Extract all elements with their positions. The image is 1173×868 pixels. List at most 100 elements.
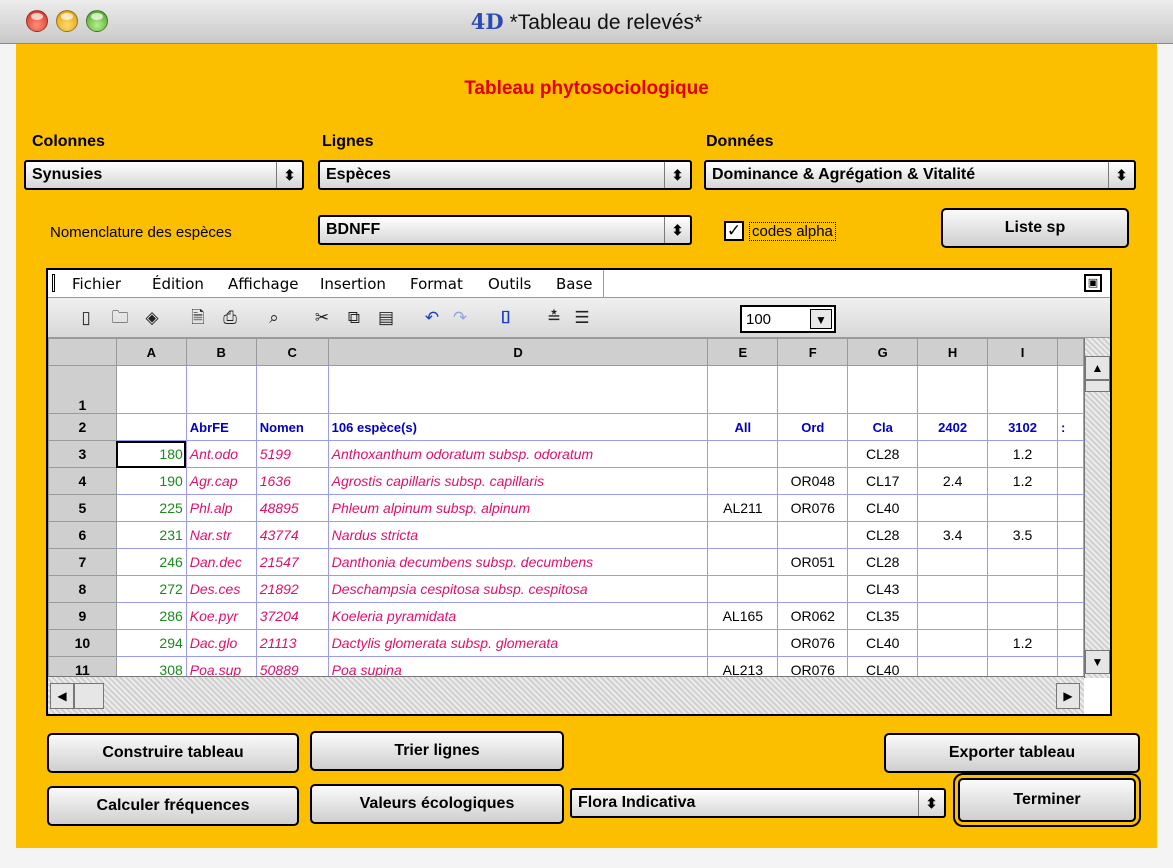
table-cell[interactable]: 231 (115, 521, 187, 549)
table-cell[interactable]: All (707, 413, 779, 441)
table-cell[interactable]: Koeleria pyramidata (327, 602, 709, 630)
table-row[interactable]: 7 246 Dan.dec 21547 Danthonia decumbens subs… (48, 548, 1084, 576)
open-folder-icon[interactable]: 🗀 (108, 307, 132, 329)
table-cell[interactable] (1056, 467, 1084, 495)
scroll-down-icon[interactable]: ▼ (1085, 650, 1110, 674)
construire-tableau-button[interactable]: Construire tableau (47, 733, 299, 773)
table-cell[interactable]: AL213 (707, 656, 779, 676)
table-cell[interactable] (777, 365, 849, 414)
table-row[interactable]: 9 286 Koe.pyr 37204 Koeleria pyramidata AL165… (48, 602, 1084, 630)
flora-select[interactable]: Flora Indicativa ⬍ (570, 788, 946, 818)
table-cell[interactable]: CL28 (847, 440, 919, 468)
title-bar[interactable]: 4D *Tableau de relevés* (0, 0, 1173, 44)
table-cell[interactable] (917, 365, 989, 414)
row-header[interactable]: 8 (48, 575, 117, 603)
table-cell[interactable]: CL28 (847, 548, 919, 576)
table-cell[interactable] (1056, 548, 1084, 576)
table-cell[interactable]: 2.4 (917, 467, 989, 495)
table-cell[interactable] (707, 521, 779, 549)
table-cell[interactable]: 37204 (255, 602, 329, 630)
table-cell[interactable]: AbrFE (185, 413, 257, 441)
table-cell[interactable]: Nar.str (185, 521, 257, 549)
table-cell[interactable]: Phl.alp (185, 494, 257, 522)
find-icon[interactable]: ⌕ (262, 307, 286, 329)
table-cell[interactable]: 1636 (255, 467, 329, 495)
table-row[interactable]: 6 231 Nar.str 43774 Nardus stricta CL28 3.4 3.5 (48, 521, 1084, 549)
table-cell[interactable]: 48895 (255, 494, 329, 522)
horizontal-scrollbar[interactable]: ◀ ▶ (48, 676, 1084, 714)
scroll-up-icon[interactable]: ▲ (1085, 356, 1110, 380)
table-cell[interactable]: 3.5 (987, 521, 1058, 549)
table-cell[interactable] (917, 494, 989, 522)
table-cell[interactable] (1056, 629, 1084, 657)
table-cell[interactable] (987, 494, 1058, 522)
table-cell[interactable] (1056, 440, 1084, 468)
table-cell[interactable]: Poa.sup (185, 656, 257, 676)
table-cell[interactable] (987, 575, 1058, 603)
donnees-select[interactable]: Dominance & Agrégation & Vitalité ⬍ (704, 160, 1136, 190)
print-preview-icon[interactable]: 🗎 (186, 307, 210, 329)
table-cell[interactable]: 21547 (255, 548, 329, 576)
window-toggle-icon[interactable]: ▣ (1084, 274, 1102, 292)
table-cell[interactable] (777, 521, 849, 549)
scroll-left-icon[interactable]: ◀ (50, 683, 74, 709)
spreadsheet-area[interactable]: Fichier Édition Affichage Insertion Form… (46, 268, 1112, 716)
valeurs-ecologiques-button[interactable]: Valeurs écologiques (310, 784, 564, 824)
table-cell[interactable] (707, 440, 779, 468)
column-header[interactable]: E (707, 338, 779, 366)
row-header[interactable]: 3 (48, 440, 117, 468)
table-cell[interactable] (1056, 575, 1084, 603)
new-document-icon[interactable]: ▯ (74, 307, 98, 329)
table-cell[interactable]: Des.ces (185, 575, 257, 603)
table-cell[interactable]: 50889 (255, 656, 329, 676)
table-cell[interactable] (917, 548, 989, 576)
table-cell[interactable] (917, 440, 989, 468)
grid-corner[interactable] (48, 338, 117, 366)
trier-lignes-button[interactable]: Trier lignes (310, 731, 564, 771)
cut-icon[interactable]: ✂ (310, 307, 334, 329)
table-row[interactable]: 11 308 Poa.sup 50889 Poa supina AL213 OR076 CL4… (48, 656, 1084, 676)
terminer-button[interactable]: Terminer (958, 778, 1136, 822)
redo-icon[interactable]: ↷ (448, 307, 472, 329)
table-row[interactable]: 3 180 Ant.odo 5199 Anthoxanthum odoratum sub… (48, 440, 1084, 468)
exporter-tableau-button[interactable]: Exporter tableau (884, 733, 1140, 773)
table-row[interactable]: 4 190 Agr.cap 1636 Agrostis capillaris subsp… (48, 467, 1084, 495)
table-cell[interactable]: Agrostis capillaris subsp. capillaris (327, 467, 709, 495)
column-header[interactable]: G (847, 338, 919, 366)
horizontal-scroll-thumb[interactable] (74, 683, 104, 709)
frame-icon[interactable]: ⌷ (494, 307, 518, 329)
table-cell[interactable]: 43774 (255, 521, 329, 549)
table-cell[interactable]: 225 (115, 494, 187, 522)
table-cell[interactable] (987, 602, 1058, 630)
column-header[interactable]: D (327, 338, 709, 366)
table-cell[interactable] (777, 440, 849, 468)
table-cell[interactable]: 21113 (255, 629, 329, 657)
table-row[interactable]: 10 294 Dac.glo 21113 Dactylis glomerata subs… (48, 629, 1084, 657)
vertical-scrollbar[interactable]: ▲ ▼ (1084, 338, 1110, 678)
table-cell[interactable] (917, 629, 989, 657)
scroll-thumb[interactable] (1085, 380, 1110, 392)
table-cell[interactable] (1056, 602, 1084, 630)
paste-icon[interactable]: ▤ (374, 307, 398, 329)
table-cell[interactable]: 21892 (255, 575, 329, 603)
table-cell[interactable] (847, 365, 919, 414)
nomenclature-select[interactable]: BDNFF ⬍ (318, 215, 692, 245)
row-header[interactable]: 4 (48, 467, 117, 495)
table-cell[interactable]: 3102 (987, 413, 1058, 441)
menu-insertion[interactable]: Insertion (320, 275, 386, 293)
table-cell[interactable]: Dan.dec (185, 548, 257, 576)
table-cell[interactable]: OR048 (777, 467, 849, 495)
table-cell[interactable]: Ant.odo (185, 440, 257, 468)
table-cell[interactable]: 308 (115, 656, 187, 676)
save-disk-icon[interactable]: ◈ (140, 307, 164, 329)
table-cell[interactable]: Agr.cap (185, 467, 257, 495)
table-cell[interactable]: 1.2 (987, 440, 1058, 468)
table-cell[interactable]: Anthoxanthum odoratum subsp. odoratum (327, 440, 709, 468)
table-cell[interactable]: 3.4 (917, 521, 989, 549)
table-cell[interactable] (987, 548, 1058, 576)
table-cell[interactable] (917, 656, 989, 676)
table-cell[interactable]: OR062 (777, 602, 849, 630)
table-cell[interactable]: OR051 (777, 548, 849, 576)
table-cell[interactable]: CL43 (847, 575, 919, 603)
codes-alpha-checkbox[interactable]: ✓ (724, 221, 744, 241)
